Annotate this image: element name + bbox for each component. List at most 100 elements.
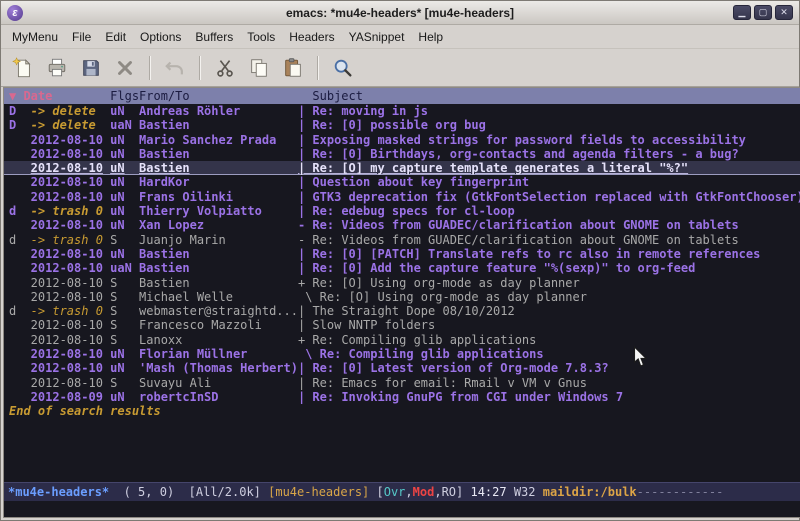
message-subject: Exposing masked strings for password fie… [312, 133, 745, 147]
menu-edit[interactable]: Edit [98, 27, 133, 47]
message-row[interactable]: 2012-08-10uNBastien| Re: [0] Birthdays, … [4, 147, 800, 161]
menu-headers[interactable]: Headers [282, 27, 341, 47]
copy-button[interactable] [243, 53, 275, 83]
modeline-buffer-name: *mu4e-headers* [8, 485, 109, 499]
message-subject: Re: Emacs for email: Rmail v VM v Gnus [312, 376, 587, 390]
menu-buffers[interactable]: Buffers [188, 27, 240, 47]
message-thread: | [298, 175, 312, 189]
message-flags: uN [110, 133, 139, 147]
message-mark [9, 347, 31, 361]
message-from: Andreas Röhler [139, 104, 298, 118]
message-date: 2012-08-10 [31, 161, 110, 175]
print-button[interactable] [41, 53, 73, 83]
message-date: 2012-08-10 [31, 290, 110, 304]
message-row[interactable]: d-> trash 0uNThierry Volpiatto| Re: edeb… [4, 204, 800, 218]
message-row[interactable]: 2012-08-10SSuvayu Ali| Re: Emacs for ema… [4, 376, 800, 390]
menu-tools[interactable]: Tools [240, 27, 282, 47]
minimize-button[interactable]: ▁ [733, 5, 751, 20]
message-thread: | [298, 133, 312, 147]
message-mark [9, 290, 31, 304]
message-subject: The Straight Dope 08/10/2012 [312, 304, 514, 318]
message-row[interactable]: 2012-08-10SBastien+ Re: [O] Using org-mo… [4, 276, 800, 290]
message-from: Bastien [139, 247, 298, 261]
message-mark [9, 361, 31, 375]
message-row[interactable]: 2012-08-10uNFlorian Müllner \ Re: Compil… [4, 347, 800, 361]
message-row[interactable]: 2012-08-10uNHardKor| Question about key … [4, 175, 800, 189]
undo-button[interactable] [159, 53, 191, 83]
titlebar[interactable]: ε emacs: *mu4e-headers* [mu4e-headers] ▁… [1, 1, 799, 25]
mode-line[interactable]: *mu4e-headers* ( 5, 0) [All/2.0k] [mu4e-… [4, 482, 800, 501]
modeline-plain: ] [456, 485, 470, 499]
message-thread: | [298, 390, 312, 404]
message-from: 'Mash (Thomas Herbert) [139, 361, 298, 375]
message-row[interactable]: 2012-08-10uN'Mash (Thomas Herbert)| Re: … [4, 361, 800, 375]
message-mark [9, 175, 31, 189]
message-row[interactable]: 2012-08-10SMichael Welle \ Re: [O] Using… [4, 290, 800, 304]
message-mark: D [9, 118, 31, 132]
message-row[interactable]: 2012-08-10uNFrans Oilinki| GTK3 deprecat… [4, 190, 800, 204]
column-header-flags[interactable]: Flgs [110, 88, 139, 104]
message-row[interactable]: 2012-08-10SLanoxx+ Re: Compiling glib ap… [4, 333, 800, 347]
menu-help[interactable]: Help [411, 27, 450, 47]
message-flags: S [110, 233, 139, 247]
message-mark [9, 161, 31, 175]
message-thread: | [298, 118, 312, 132]
message-mark [9, 318, 31, 332]
message-mark: d [9, 204, 31, 218]
column-header-from[interactable]: From/To [139, 88, 298, 104]
message-from: Bastien [139, 276, 298, 290]
message-from: Xan Lopez [139, 218, 298, 232]
message-mark [9, 247, 31, 261]
message-subject: Re: Invoking GnuPG from CGI under Window… [312, 390, 623, 404]
message-row[interactable]: D-> deleteuaNBastien| Re: [0] possible o… [4, 118, 800, 132]
close-button[interactable]: ✕ [775, 5, 793, 20]
menu-file[interactable]: File [65, 27, 98, 47]
message-from: Florian Müllner [139, 347, 298, 361]
message-row[interactable]: 2012-08-10uNMario Sanchez Prada| Exposin… [4, 133, 800, 147]
message-date: 2012-08-10 [31, 318, 110, 332]
message-subject: GTK3 deprecation fix (GtkFontSelection r… [312, 190, 800, 204]
modeline-plain: [ [369, 485, 383, 499]
close-buffer-button[interactable] [109, 53, 141, 83]
message-thread: - [298, 233, 312, 247]
message-thread: | [298, 147, 312, 161]
column-header-subject[interactable]: Subject [312, 88, 363, 104]
column-header-date[interactable]: ▼ Date [9, 88, 110, 104]
message-from: Mario Sanchez Prada [139, 133, 298, 147]
message-row[interactable]: d-> trash 0SJuanjo Marin- Re: Videos fro… [4, 233, 800, 247]
new-file-button[interactable] [7, 53, 39, 83]
menu-mymenu[interactable]: MyMenu [5, 27, 65, 47]
message-row[interactable]: 2012-08-10uNXan Lopez- Re: Videos from G… [4, 218, 800, 232]
message-mark [9, 218, 31, 232]
message-row[interactable]: 2012-08-10uNBastien| Re: [0] [PATCH] Tra… [4, 247, 800, 261]
message-subject: Re: [0] [PATCH] Translate refs to rc als… [312, 247, 760, 261]
save-buffer-button[interactable] [75, 53, 107, 83]
message-row[interactable]: 2012-08-09uNrobertcInSD| Re: Invoking Gn… [4, 390, 800, 404]
cut-button[interactable] [209, 53, 241, 83]
message-subject: Re: moving in js [312, 104, 428, 118]
modeline-overwrite: Ovr [384, 485, 406, 499]
message-row[interactable]: D-> deleteuNAndreas Röhler| Re: moving i… [4, 104, 800, 118]
search-button[interactable] [327, 53, 359, 83]
undo-icon [164, 57, 186, 79]
window-title: emacs: *mu4e-headers* [mu4e-headers] [1, 6, 799, 20]
menu-yasnippet[interactable]: YASnippet [342, 27, 412, 47]
message-row[interactable]: 2012-08-10uaNBastien| Re: [0] Add the ca… [4, 261, 800, 275]
message-thread: | [298, 304, 312, 318]
column-header-thread[interactable] [298, 88, 312, 104]
message-subject: Re: [O] Using org-mode as day planner [320, 290, 587, 304]
message-date: 2012-08-10 [31, 376, 110, 390]
message-row[interactable]: 2012-08-10SFrancesco Mazzoli| Slow NNTP … [4, 318, 800, 332]
menu-options[interactable]: Options [133, 27, 188, 47]
message-flags: S [110, 304, 139, 318]
paste-button[interactable] [277, 53, 309, 83]
message-row[interactable]: d-> trash 0Swebmaster@straightd...| The … [4, 304, 800, 318]
modeline-plain: , [405, 485, 412, 499]
echo-area[interactable] [4, 501, 800, 517]
modeline-major-mode: [mu4e-headers] [268, 485, 369, 499]
maximize-button[interactable]: ▢ [754, 5, 772, 20]
message-row[interactable]: 2012-08-10uNBastien| Re: [O] my capture … [4, 161, 800, 175]
message-flags: S [110, 290, 139, 304]
message-date: 2012-08-10 [31, 147, 110, 161]
message-mark [9, 276, 31, 290]
